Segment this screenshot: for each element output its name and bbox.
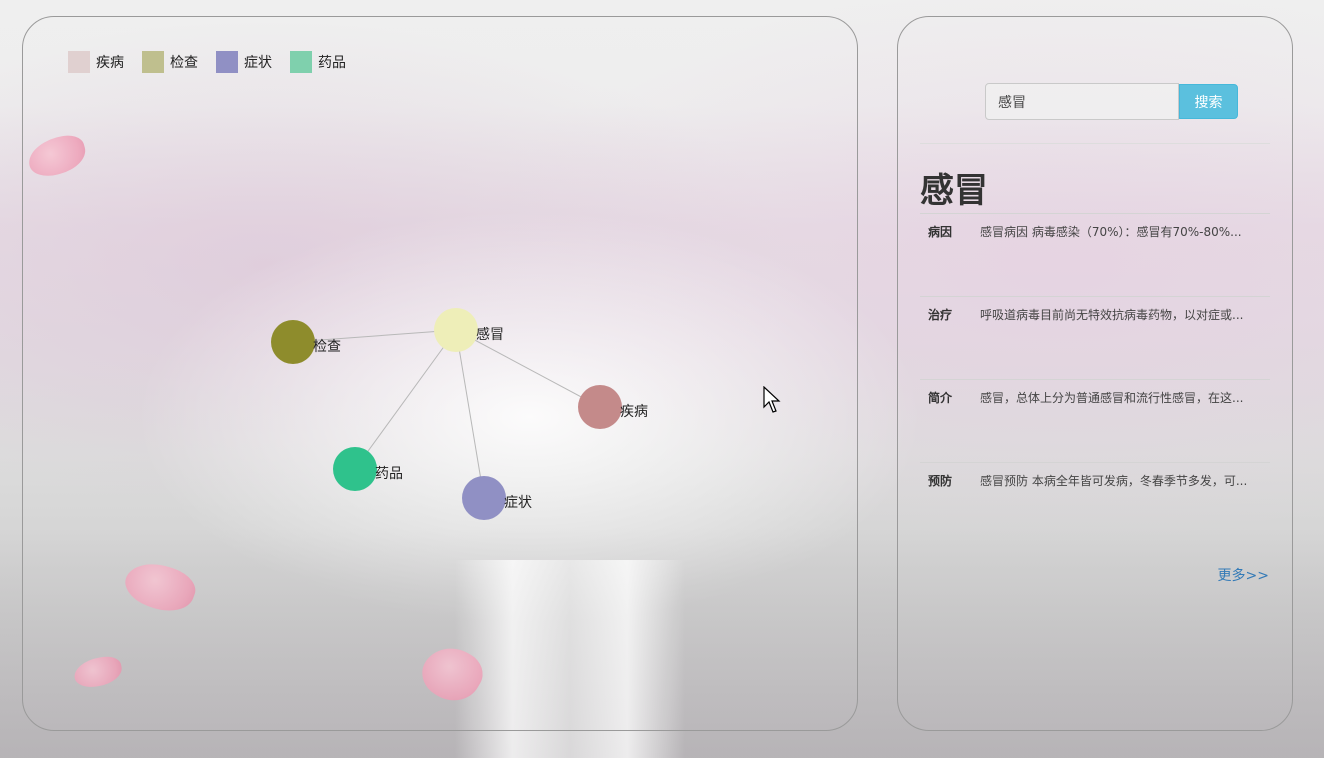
info-row-treatment: 治疗 呼吸道病毒目前尚无特效抗病毒药物，以对症或... bbox=[920, 296, 1270, 379]
info-value: 感冒病因 病毒感染（70%）：感冒有70%-80%... bbox=[980, 225, 1242, 239]
more-link[interactable]: 更多>> bbox=[1218, 565, 1269, 585]
divider bbox=[920, 143, 1270, 144]
graph-node-disease[interactable]: 疾病 bbox=[578, 385, 648, 429]
info-row-intro: 简介 感冒，总体上分为普通感冒和流行性感冒，在这... bbox=[920, 379, 1270, 462]
graph-node-label: 疾病 bbox=[620, 404, 648, 420]
graph-nodes[interactable]: 感冒检查疾病药品症状 bbox=[271, 308, 648, 520]
graph-node-label: 检查 bbox=[313, 339, 341, 355]
graph-node-label: 症状 bbox=[504, 495, 532, 511]
graph-edge bbox=[354, 329, 457, 470]
info-table: 病因 感冒病因 病毒感染（70%）：感冒有70%-80%... 治疗 呼吸道病毒… bbox=[920, 213, 1270, 545]
graph-node-drug[interactable]: 药品 bbox=[333, 447, 403, 491]
detail-panel: 搜索 感冒 病因 感冒病因 病毒感染（70%）：感冒有70%-80%... 治疗… bbox=[897, 16, 1293, 731]
graph-node-check[interactable]: 检查 bbox=[271, 320, 341, 364]
info-value: 感冒，总体上分为普通感冒和流行性感冒，在这... bbox=[980, 391, 1244, 405]
graph-node-symptom[interactable]: 症状 bbox=[462, 476, 532, 520]
search-bar: 搜索 bbox=[985, 83, 1238, 120]
info-value: 呼吸道病毒目前尚无特效抗病毒药物，以对症或... bbox=[980, 308, 1244, 322]
graph-edge bbox=[455, 329, 485, 499]
mouse-cursor-icon bbox=[763, 386, 781, 413]
graph-node-label: 感冒 bbox=[476, 326, 504, 343]
info-key: 病因 bbox=[928, 225, 953, 239]
graph-node-label: 药品 bbox=[375, 466, 403, 482]
graph-node-circle[interactable] bbox=[462, 476, 506, 520]
graph-node-circle[interactable] bbox=[271, 320, 315, 364]
info-value: 感冒预防 本病全年皆可发病，冬春季节多发，可... bbox=[980, 474, 1248, 488]
knowledge-graph-panel: 疾病 检查 症状 药品 感冒检查疾病药品症状 bbox=[22, 16, 858, 731]
graph-node-circle[interactable] bbox=[333, 447, 377, 491]
info-key: 治疗 bbox=[928, 308, 953, 322]
info-key: 简介 bbox=[928, 391, 953, 405]
graph-canvas[interactable]: 感冒检查疾病药品症状 bbox=[23, 17, 859, 732]
search-button[interactable]: 搜索 bbox=[1179, 84, 1238, 119]
disease-title: 感冒 bbox=[920, 171, 988, 211]
graph-node-circle[interactable] bbox=[578, 385, 622, 429]
info-row-prevention: 预防 感冒预防 本病全年皆可发病，冬春季节多发，可... bbox=[920, 462, 1270, 545]
graph-node-center[interactable]: 感冒 bbox=[434, 308, 504, 352]
graph-node-circle[interactable] bbox=[434, 308, 478, 352]
info-row-cause: 病因 感冒病因 病毒感染（70%）：感冒有70%-80%... bbox=[920, 213, 1270, 296]
info-key: 预防 bbox=[928, 474, 953, 488]
search-input[interactable] bbox=[985, 83, 1179, 120]
